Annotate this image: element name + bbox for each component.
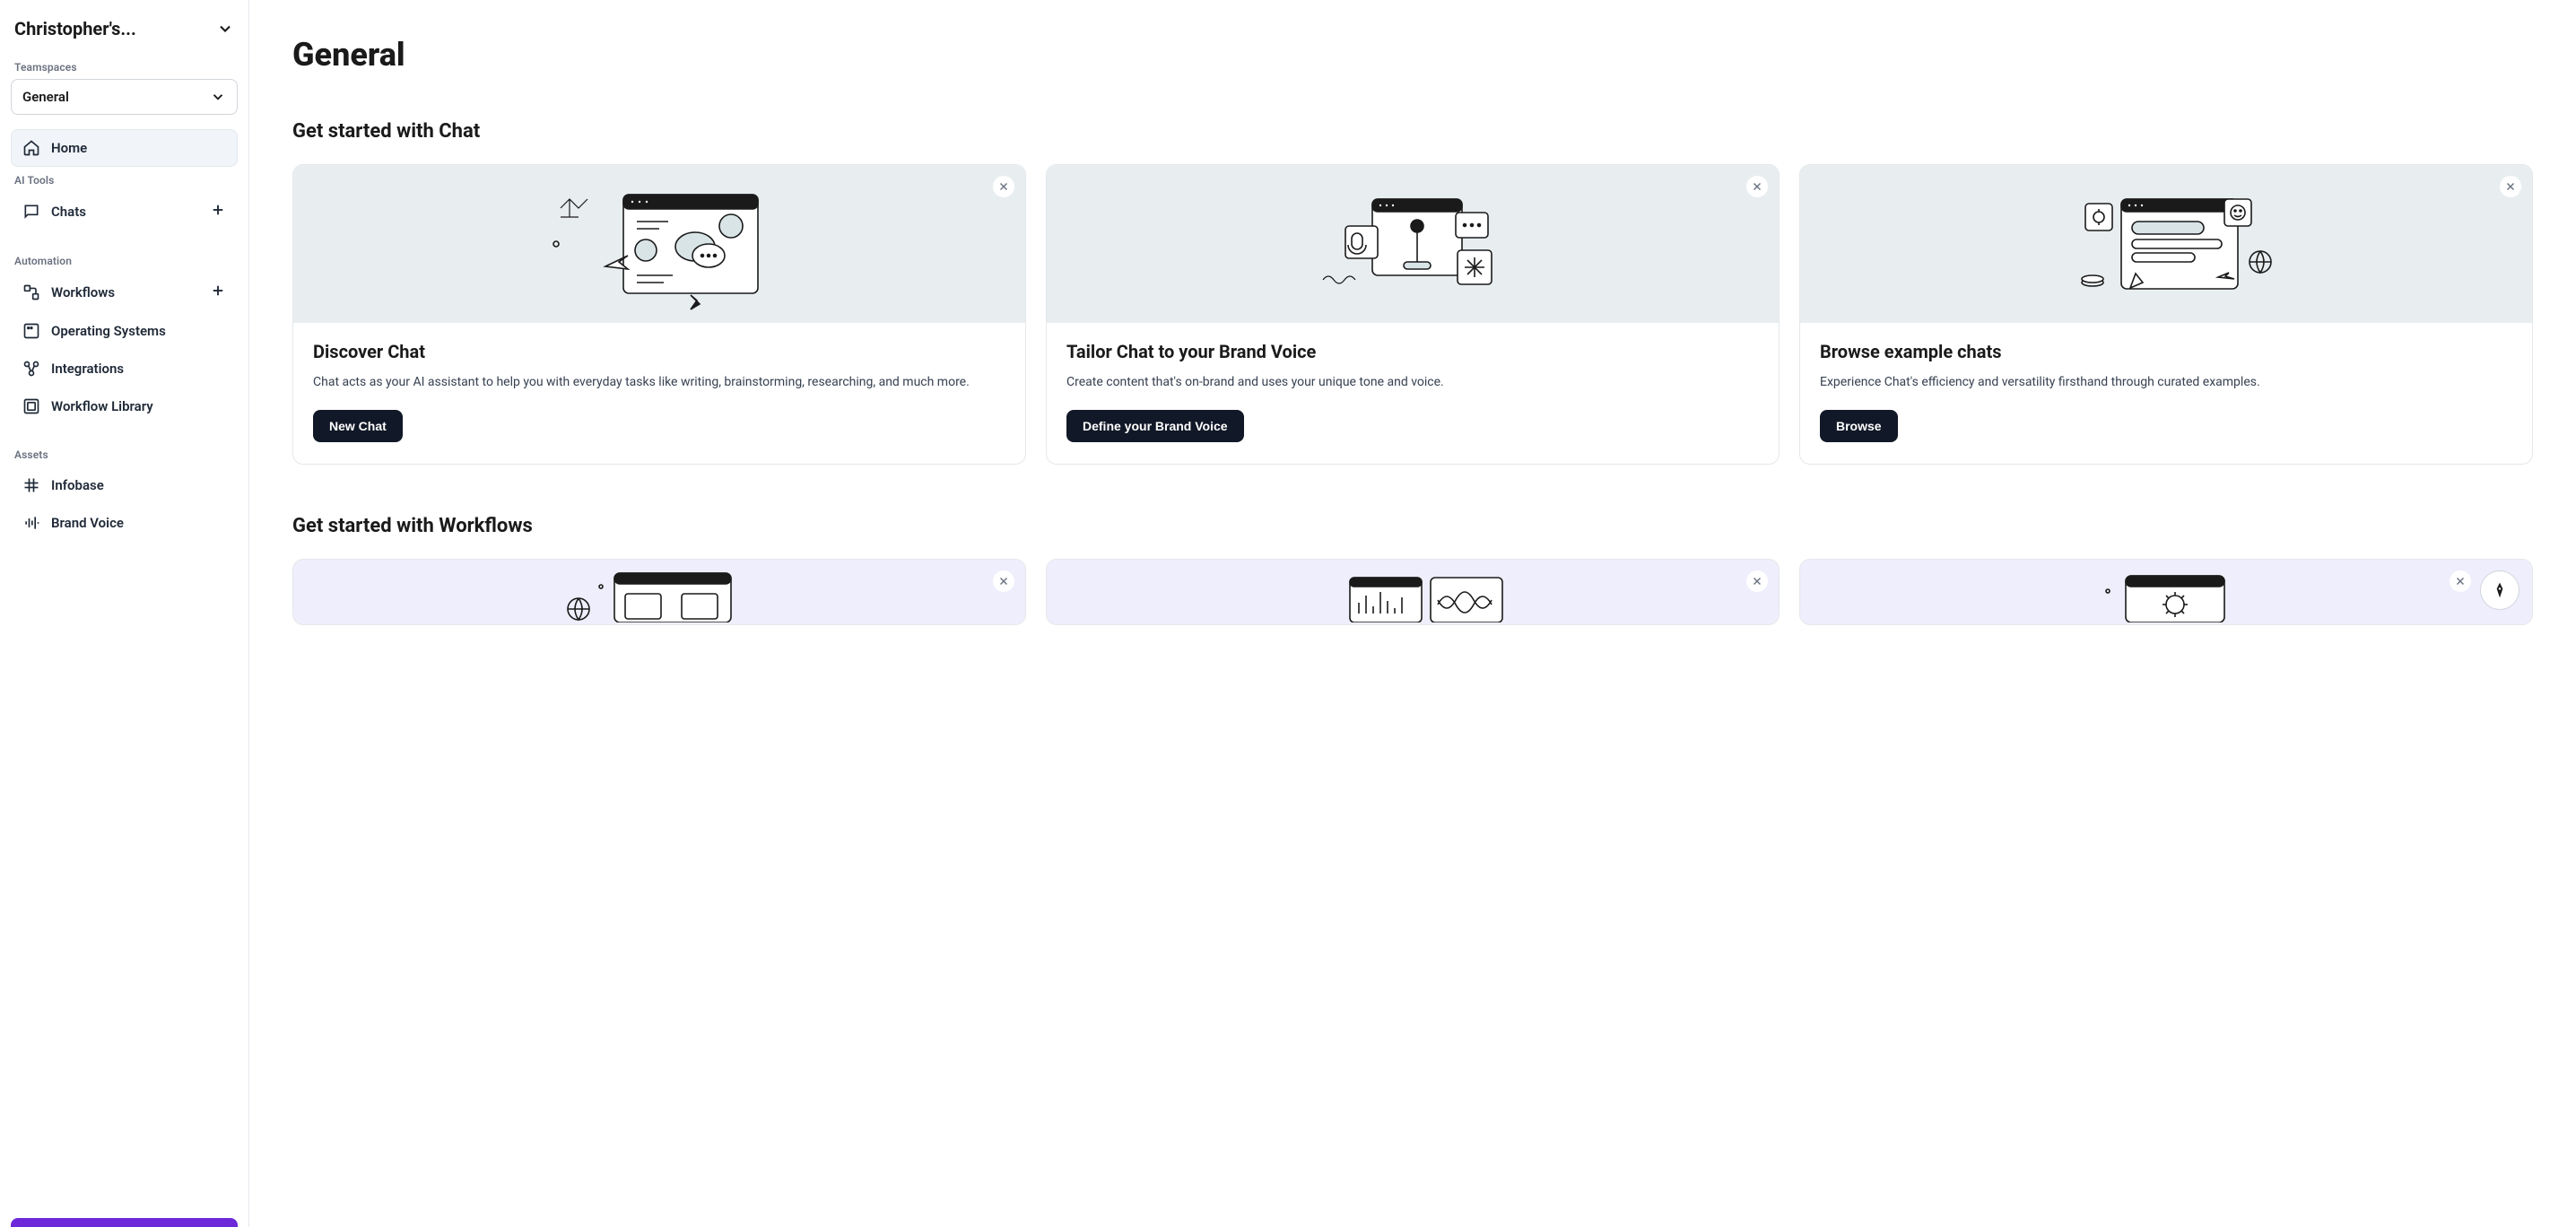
define-brand-voice-button[interactable]: Define your Brand Voice <box>1066 410 1244 442</box>
operating-systems-icon <box>22 322 40 340</box>
teamspaces-label: Teamspaces <box>11 54 238 79</box>
nav-operating-systems-label: Operating Systems <box>51 323 166 339</box>
close-icon <box>2454 575 2467 587</box>
chat-section-title: Get started with Chat <box>292 120 2533 143</box>
workflow-illustration-3 <box>2058 569 2274 622</box>
chat-cards-row: Discover Chat Chat acts as your AI assis… <box>292 164 2533 465</box>
teamspace-selected: General <box>22 89 69 105</box>
nav-workflow-library-label: Workflow Library <box>51 398 153 414</box>
close-card-button[interactable] <box>993 570 1014 592</box>
card-illustration <box>1047 560 1779 624</box>
close-card-button[interactable] <box>1746 570 1768 592</box>
close-icon <box>997 575 1010 587</box>
bottom-banner[interactable] <box>11 1218 238 1227</box>
nav-chats-label: Chats <box>51 204 86 220</box>
card-title: Discover Chat <box>313 341 1005 362</box>
card-illustration <box>1047 165 1779 323</box>
nav-integrations-label: Integrations <box>51 361 124 377</box>
browse-button[interactable]: Browse <box>1820 410 1898 442</box>
card-workflow-2 <box>1046 559 1780 625</box>
nav-workflows-label: Workflows <box>51 284 115 300</box>
card-illustration <box>293 560 1025 624</box>
card-example-chats: Browse example chats Experience Chat's e… <box>1799 164 2533 465</box>
nav-infobase-label: Infobase <box>51 477 104 493</box>
card-workflow-3 <box>1799 559 2533 625</box>
card-illustration <box>1800 165 2532 323</box>
card-illustration <box>293 165 1025 323</box>
nav-workflow-library[interactable]: Workflow Library <box>11 387 238 425</box>
nav-brand-voice[interactable]: Brand Voice <box>11 504 238 542</box>
example-chats-illustration <box>2049 177 2283 311</box>
nav-home-label: Home <box>51 140 87 156</box>
close-card-button[interactable] <box>993 176 1014 197</box>
add-chat-button[interactable] <box>210 202 226 222</box>
close-icon <box>997 180 1010 193</box>
close-icon <box>2504 180 2517 193</box>
nav-home[interactable]: Home <box>11 129 238 167</box>
card-illustration <box>1800 560 2532 624</box>
close-card-button[interactable] <box>1746 176 1768 197</box>
library-icon <box>22 397 40 415</box>
close-card-button[interactable] <box>2450 570 2471 592</box>
brand-voice-illustration <box>1296 177 1529 311</box>
nav-workflows[interactable]: Workflows <box>11 273 238 312</box>
assets-label: Assets <box>11 441 238 466</box>
nav-infobase[interactable]: Infobase <box>11 466 238 504</box>
pen-fab-button[interactable] <box>2480 570 2519 610</box>
nav-brand-voice-label: Brand Voice <box>51 515 124 531</box>
card-description: Chat acts as your AI assistant to help y… <box>313 373 1005 392</box>
card-brand-voice: Tailor Chat to your Brand Voice Create c… <box>1046 164 1780 465</box>
main-content: General Get started with Chat <box>249 0 2576 1227</box>
workflows-icon <box>22 283 40 301</box>
workspace-switcher[interactable]: Christopher's... <box>11 11 238 54</box>
card-workflow-1 <box>292 559 1026 625</box>
automation-label: Automation <box>11 248 238 273</box>
card-title: Browse example chats <box>1820 341 2512 362</box>
nav-operating-systems[interactable]: Operating Systems <box>11 312 238 350</box>
home-icon <box>22 139 40 157</box>
workflow-illustration-1 <box>552 569 767 622</box>
workflow-section-title: Get started with Workflows <box>292 515 2533 537</box>
sidebar: Christopher's... Teamspaces General Home… <box>0 0 249 1227</box>
teamspace-select[interactable]: General <box>11 79 238 115</box>
card-discover-chat: Discover Chat Chat acts as your AI assis… <box>292 164 1026 465</box>
nav-chats[interactable]: Chats <box>11 192 238 231</box>
nav-integrations[interactable]: Integrations <box>11 350 238 387</box>
chevron-down-icon <box>216 20 234 38</box>
close-icon <box>1751 180 1763 193</box>
close-card-button[interactable] <box>2500 176 2521 197</box>
pen-nib-icon <box>2491 581 2509 599</box>
workflow-cards-row <box>292 559 2533 625</box>
close-icon <box>1751 575 1763 587</box>
chevron-down-icon <box>210 89 226 105</box>
card-description: Create content that's on-brand and uses … <box>1066 373 1759 392</box>
ai-tools-label: AI Tools <box>11 167 238 192</box>
chat-icon <box>22 203 40 221</box>
chat-window-illustration <box>543 177 776 311</box>
infobase-icon <box>22 476 40 494</box>
page-title: General <box>292 36 2533 74</box>
integrations-icon <box>22 360 40 378</box>
workspace-name: Christopher's... <box>14 18 136 39</box>
add-workflow-button[interactable] <box>210 283 226 302</box>
new-chat-button[interactable]: New Chat <box>313 410 403 442</box>
brand-voice-icon <box>22 514 40 532</box>
card-title: Tailor Chat to your Brand Voice <box>1066 341 1759 362</box>
card-description: Experience Chat's efficiency and versati… <box>1820 373 2512 392</box>
workflow-illustration-2 <box>1305 569 1520 622</box>
